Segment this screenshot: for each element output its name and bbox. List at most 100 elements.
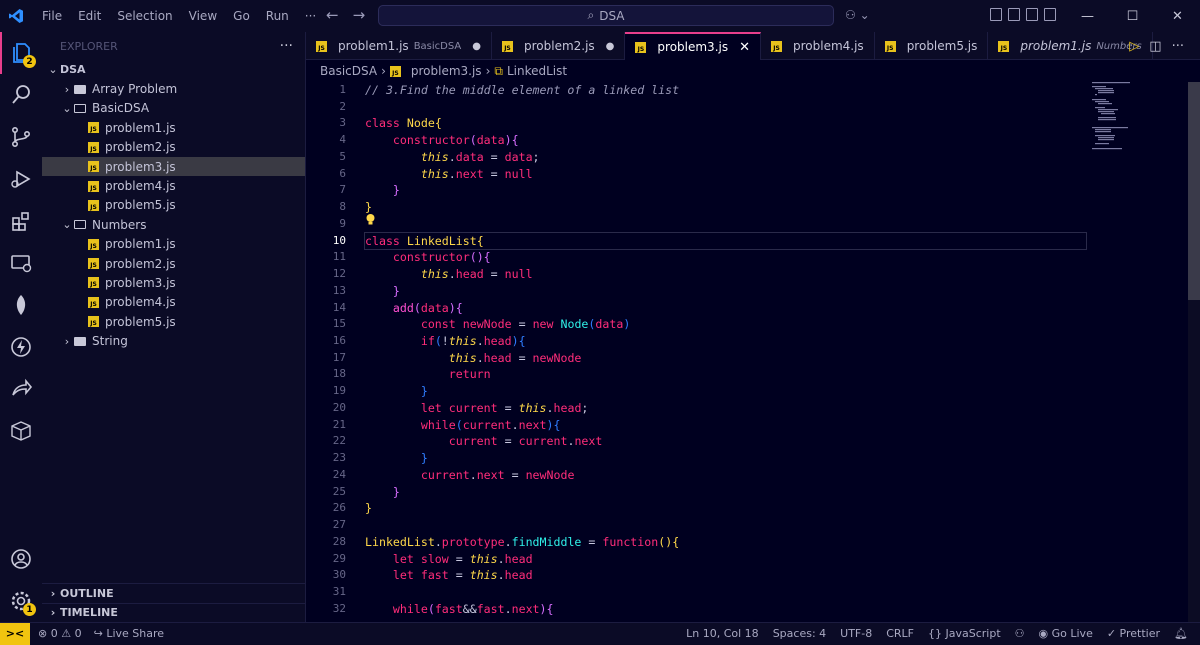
- code-token: {: [476, 233, 484, 248]
- menu-item-4[interactable]: Go: [225, 0, 258, 32]
- live-share-label: Live Share: [106, 627, 165, 640]
- run-debug-activity[interactable]: [0, 158, 42, 200]
- file-item[interactable]: JS problem5.js: [42, 312, 305, 331]
- command-center-search[interactable]: ⌕ DSA: [378, 5, 834, 26]
- code-area[interactable]: // 3.Find the middle element of a linked…: [364, 82, 1087, 618]
- mongodb-activity[interactable]: [0, 284, 42, 326]
- unsaved-dot-icon[interactable]: ●: [606, 41, 615, 52]
- breadcrumb-file[interactable]: problem3.js: [411, 64, 482, 78]
- notifications-bell-icon[interactable]: 🔔︎: [1174, 627, 1188, 640]
- lightbulb-icon[interactable]: [366, 214, 375, 225]
- menu-item-5[interactable]: Run: [258, 0, 297, 32]
- customize-layout-icon[interactable]: [990, 8, 1002, 21]
- encoding[interactable]: UTF-8: [840, 627, 872, 640]
- minimize-icon[interactable]: —: [1065, 0, 1110, 32]
- problems-indicator[interactable]: ⊗ 0 ⚠ 0: [38, 627, 82, 640]
- file-item[interactable]: JS problem3.js: [42, 156, 305, 177]
- line-number: 30: [332, 568, 346, 582]
- go-live-button[interactable]: ◉ Go Live: [1039, 627, 1093, 640]
- remote-explorer-activity[interactable]: [0, 242, 42, 284]
- code-token: data: [504, 149, 533, 164]
- close-window-icon[interactable]: ✕: [1155, 0, 1200, 32]
- file-item[interactable]: JS problem1.js: [42, 118, 305, 137]
- back-arrow-icon[interactable]: ←: [326, 6, 339, 24]
- menu-item-0[interactable]: File: [34, 0, 70, 32]
- code-token: }: [365, 200, 372, 215]
- folder-item[interactable]: ⌄ Numbers: [42, 215, 305, 234]
- code-line: while(current.next){: [365, 417, 1085, 434]
- file-item[interactable]: JS problem5.js: [42, 196, 305, 215]
- folder-item[interactable]: › Array Problem: [42, 79, 305, 98]
- editor-tab[interactable]: JS problem1.js BasicDSA ●: [306, 32, 492, 60]
- more-actions-icon[interactable]: ···: [1172, 39, 1184, 54]
- file-item[interactable]: JS problem2.js: [42, 254, 305, 273]
- toggle-secondary-sidebar-icon[interactable]: [1044, 8, 1056, 21]
- outline-section[interactable]: › OUTLINE: [42, 583, 305, 602]
- file-item[interactable]: JS problem1.js: [42, 235, 305, 254]
- file-item[interactable]: JS problem2.js: [42, 138, 305, 157]
- file-item[interactable]: JS problem4.js: [42, 293, 305, 312]
- menu-item-1[interactable]: Edit: [70, 0, 109, 32]
- line-ending[interactable]: CRLF: [886, 627, 914, 640]
- prettier-status[interactable]: ✓ Prettier: [1107, 627, 1160, 640]
- remote-indicator[interactable]: ><: [0, 622, 30, 645]
- copilot-icon[interactable]: ⚇ ⌄: [845, 8, 870, 22]
- source-control-activity[interactable]: [0, 116, 42, 158]
- accounts-activity[interactable]: [0, 538, 42, 580]
- minimap[interactable]: [1092, 82, 1182, 162]
- live-share-activity[interactable]: [0, 368, 42, 410]
- timeline-section[interactable]: › TIMELINE: [42, 602, 305, 622]
- code-line: let fast = this.head: [365, 567, 1085, 584]
- language-mode[interactable]: {} JavaScript: [928, 627, 1001, 640]
- code-token: !: [441, 334, 449, 349]
- folder-item[interactable]: ⌄ BasicDSA: [42, 99, 305, 118]
- forward-arrow-icon[interactable]: →: [353, 6, 366, 24]
- toggle-panel-icon[interactable]: [1026, 8, 1038, 21]
- manage-activity[interactable]: 1: [0, 580, 42, 622]
- unsaved-dot-icon[interactable]: ●: [472, 41, 481, 52]
- split-editor-icon[interactable]: ◫: [1149, 39, 1161, 54]
- file-item[interactable]: JS problem3.js: [42, 273, 305, 292]
- code-line: const newNode = new Node(data): [365, 316, 1085, 333]
- editor-tab[interactable]: JS problem2.js ●: [492, 32, 626, 60]
- code-token: next: [574, 434, 603, 449]
- close-tab-icon[interactable]: ✕: [739, 40, 750, 55]
- explorer-activity[interactable]: 2: [0, 32, 42, 74]
- toggle-sidebar-icon[interactable]: [1008, 8, 1020, 21]
- folder-item[interactable]: › String: [42, 331, 305, 350]
- extensions-activity[interactable]: [0, 200, 42, 242]
- breadcrumb-folder[interactable]: BasicDSA: [320, 64, 377, 78]
- js-file-icon: JS: [316, 40, 327, 52]
- menu-item-3[interactable]: View: [181, 0, 225, 32]
- code-editor[interactable]: 1 2 3 4 5 6 7 8 9 10 11 12 13 14 15 16 17 18 19 20 21 22 23 24 2…: [306, 82, 1200, 622]
- more-actions-icon[interactable]: ···: [280, 38, 293, 54]
- database-activity[interactable]: [0, 410, 42, 452]
- code-token: data: [455, 149, 484, 164]
- thunder-client-activity[interactable]: [0, 326, 42, 368]
- cursor-position[interactable]: Ln 10, Col 18: [686, 627, 759, 640]
- editor-tab[interactable]: JS problem1.js Numbers: [988, 32, 1153, 60]
- js-file-icon: JS: [998, 40, 1010, 52]
- run-icon[interactable]: ▷: [1129, 39, 1139, 54]
- line-number: 11: [332, 250, 346, 264]
- editor-scrollbar[interactable]: [1188, 82, 1200, 622]
- maximize-icon[interactable]: ☐: [1110, 0, 1155, 32]
- copilot-status-icon[interactable]: ⚇: [1015, 627, 1025, 640]
- breadcrumb-symbol[interactable]: LinkedList: [507, 64, 567, 78]
- js-file-icon: JS: [88, 161, 99, 173]
- editor-tab[interactable]: JS problem3.js ✕: [625, 32, 761, 60]
- menu-item-2[interactable]: Selection: [109, 0, 180, 32]
- file-item[interactable]: JS problem4.js: [42, 176, 305, 195]
- editor-tab[interactable]: JS problem4.js: [761, 32, 875, 60]
- run-debug-icon: [11, 170, 31, 188]
- live-share-status[interactable]: ↪ Live Share: [94, 627, 164, 640]
- scrollbar-thumb[interactable]: [1188, 82, 1200, 300]
- menu-item-6[interactable]: ···: [297, 0, 324, 32]
- workspace-root[interactable]: ⌄ DSA: [42, 60, 305, 79]
- search-activity[interactable]: [0, 74, 42, 116]
- title-bar: File Edit Selection View Go Run ··· ← → ⌕ DSA …: [0, 0, 1200, 32]
- editor-tab[interactable]: JS problem5.js: [875, 32, 989, 60]
- indentation[interactable]: Spaces: 4: [773, 627, 826, 640]
